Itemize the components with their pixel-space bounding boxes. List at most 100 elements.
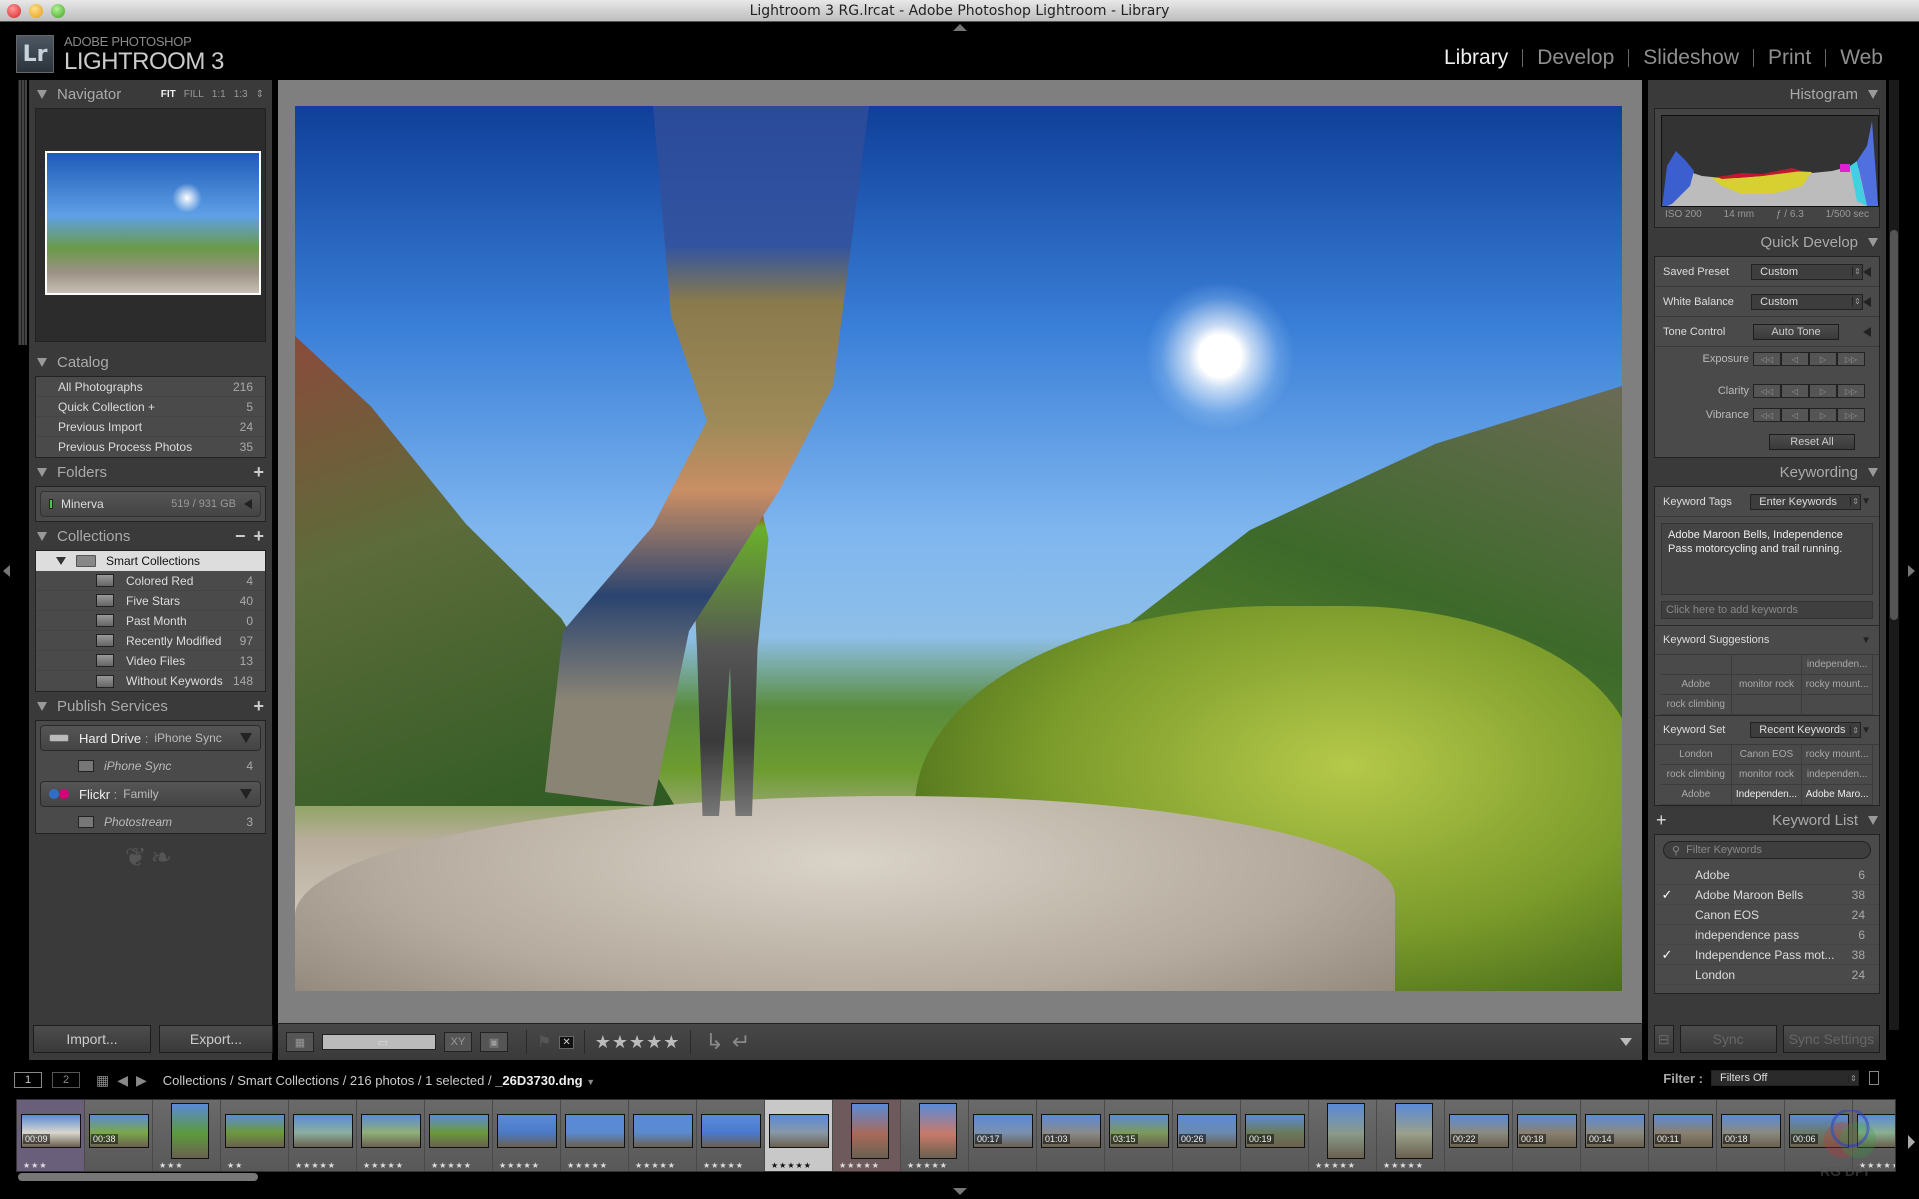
histogram-graph[interactable] [1661,115,1879,207]
expand-arrow-icon[interactable] [1863,326,1871,337]
decrease-small-button[interactable]: ◁ [1781,352,1809,366]
suggested-keyword[interactable]: rocky mount... [1802,675,1873,695]
keyword-set-item[interactable]: Canon EOS [1731,745,1803,765]
filmstrip-cell[interactable]: ★★★★★ [833,1100,901,1171]
filmstrip-cell[interactable]: ★★★★★ [765,1100,833,1171]
smart-collection-item[interactable]: Recently Modified 97 [36,631,265,651]
close-window-button[interactable] [7,4,21,18]
zoom-1-1[interactable]: 1:1 [212,89,226,100]
filmstrip-cell[interactable]: 00:22 [1445,1100,1513,1171]
decrease-large-button[interactable]: ◁◁ [1753,408,1781,422]
module-print[interactable]: Print [1754,46,1825,70]
keyword-set-item[interactable]: Independen... [1731,785,1803,805]
add-collection-plus-icon[interactable]: + [253,526,264,547]
zoom-window-button[interactable] [51,4,65,18]
volume-minerva[interactable]: Minerva 519 / 931 GB [40,491,261,517]
keyword-list-item[interactable]: Canon EOS 24 [1655,905,1879,925]
add-publish-service-plus-icon[interactable]: + [253,696,264,717]
filmstrip-cell[interactable]: ★★★ [153,1100,221,1171]
keywords-textarea[interactable]: Adobe Maroon Bells, Independence Pass mo… [1661,523,1873,595]
secondary-window-button[interactable]: 2 [52,1072,80,1088]
forward-arrow-icon[interactable]: ▶ [136,1072,147,1089]
scrollbar-thumb[interactable] [1890,230,1898,620]
reset-all-button[interactable]: Reset All [1769,434,1855,450]
navigator-preview[interactable] [35,108,266,342]
pick-flag-icon[interactable]: ⚑ [537,1032,551,1052]
decrease-small-button[interactable]: ◁ [1781,384,1809,398]
thumbnail[interactable] [1395,1103,1433,1159]
navigator-header[interactable]: Navigator FIT FILL 1:1 1:3 ⇕ [29,80,272,108]
disclosure-triangle-icon[interactable] [56,557,66,565]
show-top-panel-arrow-icon[interactable] [953,24,967,31]
catalog-item[interactable]: Previous Process Photos 35 [36,437,265,457]
filmstrip-cell[interactable]: 00:26 [1173,1100,1241,1171]
zoom-1-3[interactable]: 1:3 [234,89,248,100]
thumbnail[interactable] [293,1114,353,1148]
loupe-view-icon[interactable]: ▭ [322,1034,436,1050]
thumbnail[interactable] [919,1103,957,1159]
filmstrip-cell[interactable]: 00:09 ★★★ [17,1100,85,1171]
grid-view-icon[interactable]: ▦ [286,1032,314,1052]
suggested-keyword[interactable] [1802,695,1873,715]
filmstrip-cell[interactable]: ★★ [221,1100,289,1171]
module-develop[interactable]: Develop [1523,46,1628,70]
auto-tone-button[interactable]: Auto Tone [1753,323,1839,340]
filmstrip-cell[interactable]: ★★★★★ [561,1100,629,1171]
navigator-thumbnail[interactable] [45,151,261,295]
filmstrip-scroll-right-icon[interactable] [1908,1135,1915,1149]
decrease-small-button[interactable]: ◁ [1781,408,1809,422]
filmstrip-cell[interactable]: ★★★★★ [1377,1100,1445,1171]
keyword-set-item[interactable]: independen... [1802,765,1873,785]
disclosure-triangle-icon[interactable]: ▼ [1861,496,1871,507]
filmstrip-cell[interactable]: ★★★★★ [289,1100,357,1171]
volume-collapse-arrow-icon[interactable] [244,499,252,509]
published-collection[interactable]: iPhone Sync 4 [36,755,265,777]
thumbnail[interactable] [701,1114,761,1148]
thumbnail[interactable] [497,1114,557,1148]
keyword-set-item[interactable]: London [1661,745,1732,765]
thumbnail[interactable] [1327,1103,1365,1159]
zoom-fit[interactable]: FIT [161,89,176,100]
grid-view-icon[interactable]: ▦ [96,1072,109,1089]
zoom-stepper-icon[interactable]: ⇕ [256,89,264,100]
increase-large-button[interactable]: ▷▷ [1837,384,1865,398]
remove-collection-minus-icon[interactable]: − [235,526,246,547]
published-collection[interactable]: Photostream 3 [36,811,265,833]
filmstrip-cell[interactable]: 00:17 [969,1100,1037,1171]
add-folder-plus-icon[interactable]: + [253,462,264,483]
thumbnail[interactable] [171,1103,209,1159]
keyword-list-item[interactable]: ✓ Independence Pass mot... 38 [1655,945,1879,965]
filmstrip-cell[interactable]: 00:14 [1581,1100,1649,1171]
keyword-suggestions-row[interactable]: Keyword Suggestions ▼ [1655,625,1879,655]
filmstrip-cell[interactable]: 00:18 [1717,1100,1785,1171]
smart-collection-item[interactable]: Colored Red 4 [36,571,265,591]
suggested-keyword[interactable]: rock climbing [1661,695,1732,715]
filmstrip-cell[interactable]: 03:15 [1105,1100,1173,1171]
add-keywords-input[interactable]: Click here to add keywords [1661,601,1873,619]
keyword-checkmark-icon[interactable]: ✓ [1655,887,1679,903]
filmstrip-cell[interactable]: ★★★★★ [901,1100,969,1171]
thumbnail[interactable] [565,1114,625,1148]
publish-service-hard-drive[interactable]: Hard Drive : iPhone Sync [40,725,261,751]
smart-collection-item[interactable]: Five Stars 40 [36,591,265,611]
keyword-list-item[interactable]: London 24 [1655,965,1879,985]
import-button[interactable]: Import... [33,1025,151,1053]
module-library[interactable]: Library [1430,46,1522,70]
filmstrip-scrollbar[interactable] [18,1173,258,1181]
keyword-set-select[interactable]: Recent Keywords ⇕ [1750,722,1862,738]
survey-view-icon[interactable]: ▣ [480,1032,508,1052]
publish-service-flickr[interactable]: Flickr : Family [40,781,261,807]
keyword-list-item[interactable]: Adobe 6 [1655,865,1879,885]
suggested-keyword[interactable] [1661,655,1732,675]
catalog-item[interactable]: All Photographs 216 [36,377,265,397]
thumbnail[interactable] [851,1103,889,1159]
zoom-fill[interactable]: FILL [184,89,204,100]
decrease-large-button[interactable]: ◁◁ [1753,384,1781,398]
thumbnail[interactable] [633,1114,693,1148]
right-panel-scrollbar[interactable] [1889,80,1899,1030]
filmstrip-cell[interactable]: 00:38 [85,1100,153,1171]
increase-small-button[interactable]: ▷ [1809,408,1837,422]
catalog-item[interactable]: Previous Import 24 [36,417,265,437]
filter-lock-icon[interactable] [1869,1071,1879,1085]
saved-preset-select[interactable]: Custom ⇕ [1751,263,1863,280]
